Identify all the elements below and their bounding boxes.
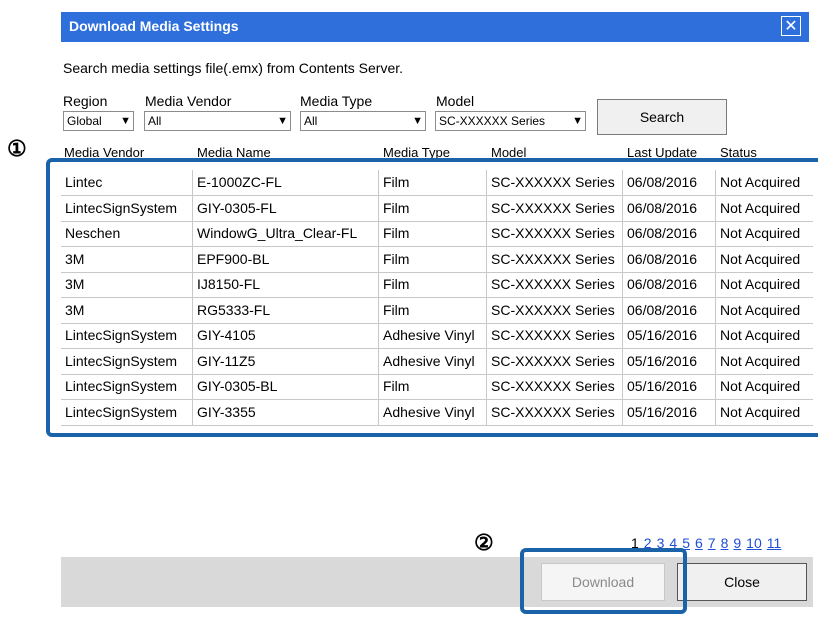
media-vendor-select[interactable]: All ▼ xyxy=(144,111,291,131)
description-text: Search media settings file(.emx) from Co… xyxy=(63,60,404,76)
media-vendor-select-value: All xyxy=(148,114,162,128)
callout-marker-1: ① xyxy=(7,136,27,161)
search-button[interactable]: Search xyxy=(597,99,727,135)
dialog-title-bar: Download Media Settings ✕ xyxy=(61,12,809,42)
region-label: Region xyxy=(63,93,108,109)
dialog-title: Download Media Settings xyxy=(69,18,239,34)
chevron-down-icon: ▼ xyxy=(572,115,583,127)
chevron-down-icon: ▼ xyxy=(277,115,288,127)
close-button[interactable]: Close xyxy=(677,563,807,601)
page-link-7[interactable]: 7 xyxy=(708,535,716,551)
model-select-value: SC-XXXXXX Series xyxy=(439,114,546,128)
region-select-value: Global xyxy=(67,114,102,128)
model-select[interactable]: SC-XXXXXX Series ▼ xyxy=(435,111,586,131)
page-link-11[interactable]: 11 xyxy=(767,535,782,551)
page-link-6[interactable]: 6 xyxy=(695,535,703,551)
callout-highlight-download xyxy=(520,548,687,614)
model-label: Model xyxy=(436,93,475,109)
media-type-select[interactable]: All ▼ xyxy=(300,111,426,131)
callout-marker-2: ② xyxy=(474,530,494,555)
chevron-down-icon: ▼ xyxy=(120,115,131,127)
page-link-8[interactable]: 8 xyxy=(721,535,729,551)
media-type-label: Media Type xyxy=(300,93,373,109)
media-vendor-label: Media Vendor xyxy=(145,93,232,109)
close-icon[interactable]: ✕ xyxy=(781,16,801,36)
chevron-down-icon: ▼ xyxy=(412,115,423,127)
media-type-select-value: All xyxy=(304,114,318,128)
page-link-10[interactable]: 10 xyxy=(746,535,762,551)
callout-highlight-table xyxy=(46,158,818,437)
region-select[interactable]: Global ▼ xyxy=(63,111,134,131)
page-link-9[interactable]: 9 xyxy=(733,535,741,551)
